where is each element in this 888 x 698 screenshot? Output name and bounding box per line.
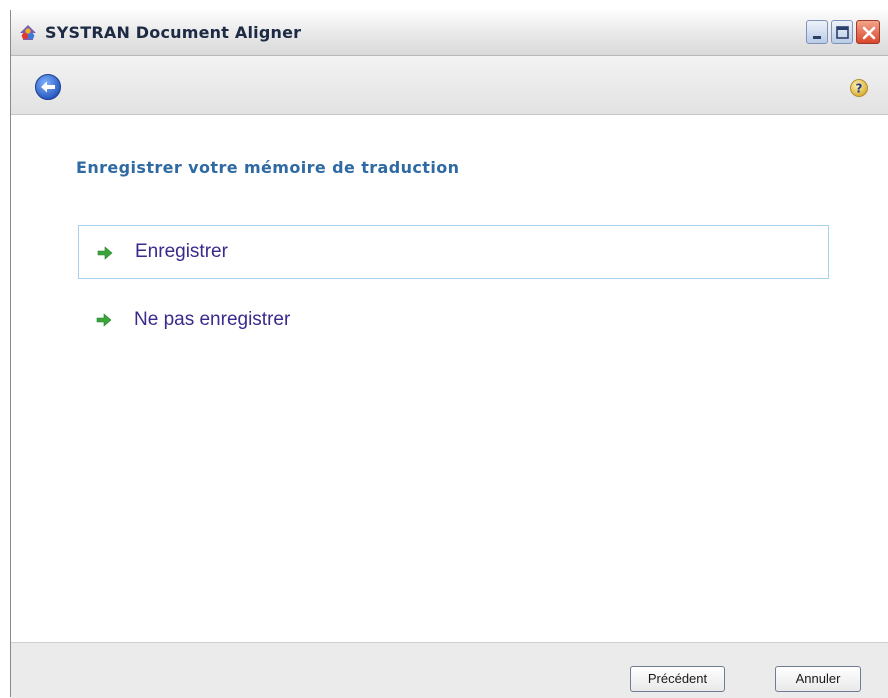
maximize-icon [836,26,849,39]
green-arrow-icon [97,246,113,260]
option-save[interactable]: Enregistrer [78,225,829,279]
previous-button[interactable]: Précédent [630,666,725,692]
svg-text:?: ? [856,82,863,96]
back-arrow-icon [35,74,61,100]
option-dont-save[interactable]: Ne pas enregistrer [78,293,829,347]
cancel-button[interactable]: Annuler [775,666,861,692]
back-button[interactable] [34,73,62,101]
help-button[interactable]: ? [849,78,869,98]
option-dont-save-label: Ne pas enregistrer [134,309,291,330]
app-window: SYSTRAN Document Aligner ? Enregistrer v… [10,10,888,698]
green-arrow-icon [96,313,112,327]
systran-app-icon [20,25,36,40]
page-title: Enregistrer votre mémoire de traduction [76,158,460,177]
option-save-label: Enregistrer [135,241,228,262]
footer-bar: Précédent Annuler [11,642,888,698]
minimize-icon [813,36,821,39]
close-button[interactable] [856,20,880,44]
title-bar[interactable]: SYSTRAN Document Aligner [11,10,888,56]
window-title: SYSTRAN Document Aligner [45,23,302,42]
toolbar: ? [11,56,888,115]
close-icon [862,26,876,40]
help-icon: ? [850,79,868,97]
maximize-button[interactable] [831,20,853,44]
minimize-button[interactable] [806,20,828,44]
